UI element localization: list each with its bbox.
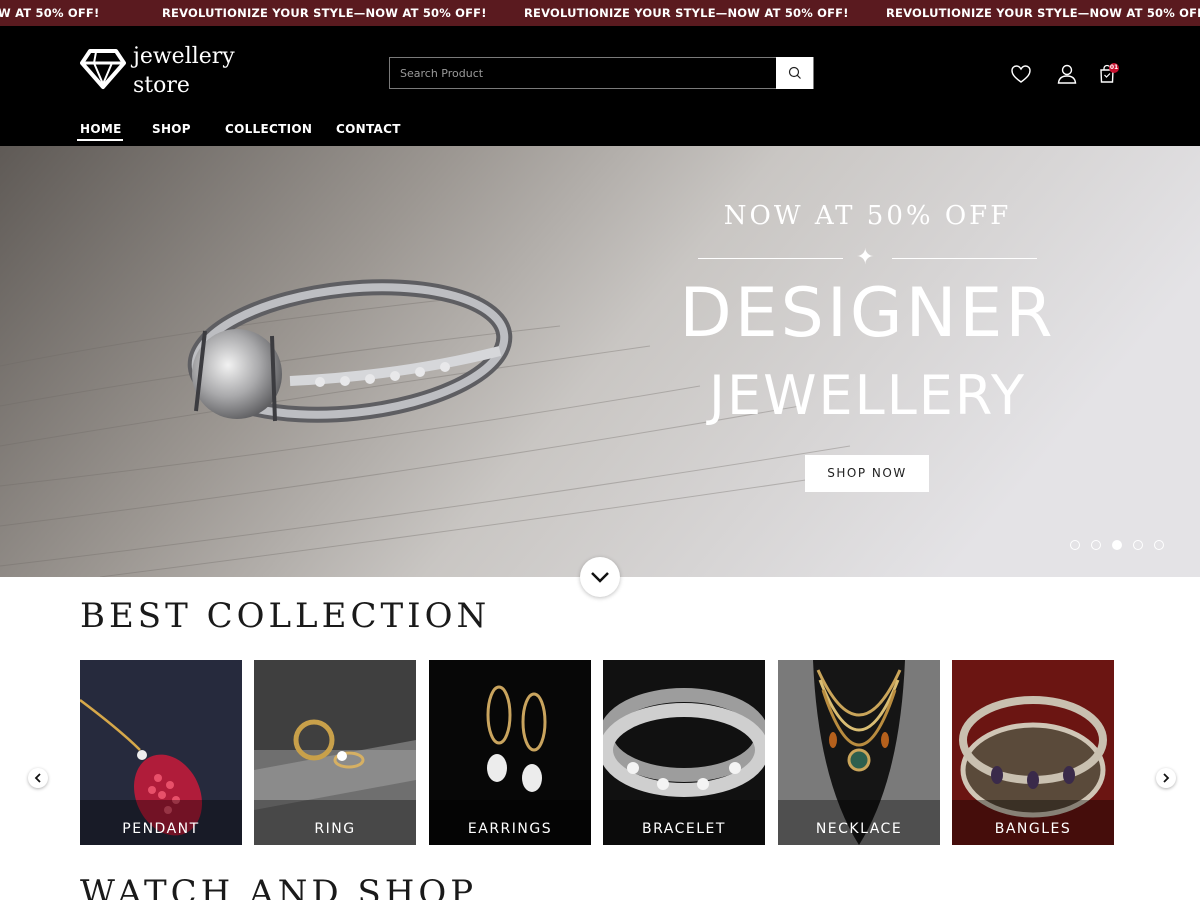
hero-title-line-2: JEWELLERY bbox=[709, 364, 1026, 427]
chevron-down-icon bbox=[591, 572, 609, 583]
hero-divider bbox=[698, 258, 843, 259]
cart-count-badge: 01 bbox=[1109, 63, 1119, 73]
card-label: BANGLES bbox=[994, 821, 1072, 837]
card-label: EARRINGS bbox=[467, 821, 553, 837]
slider-dot[interactable] bbox=[1091, 540, 1101, 550]
wishlist-heart-icon[interactable] bbox=[1010, 63, 1032, 85]
hero-banner: NOW AT 50% OFF ✦ DESIGNER JEWELLERY SHOP… bbox=[0, 146, 1200, 577]
shop-now-button[interactable]: SHOP NOW bbox=[805, 455, 929, 492]
nav-home[interactable]: HOME bbox=[80, 122, 122, 136]
bangles-image bbox=[952, 660, 1114, 845]
card-label: PENDANT bbox=[122, 821, 200, 837]
search-button[interactable] bbox=[776, 57, 813, 89]
hero-title-line-1: DESIGNER bbox=[679, 274, 1056, 353]
card-label: BRACELET bbox=[642, 821, 726, 837]
hero-divider bbox=[892, 258, 1037, 259]
pendant-image bbox=[80, 660, 242, 845]
logo-line-2: store bbox=[133, 73, 190, 98]
card-label: NECKLACE bbox=[815, 821, 903, 837]
watch-and-shop-title: WATCH AND SHOP bbox=[80, 873, 478, 900]
logo-line-1: jewellery bbox=[133, 44, 235, 69]
promo-text: REVOLUTIONIZE YOUR STYLE—NOW AT 50% OFF! bbox=[524, 6, 849, 20]
search-bar bbox=[389, 57, 814, 89]
best-collection-title: BEST COLLECTION bbox=[80, 596, 491, 636]
search-input[interactable] bbox=[390, 58, 777, 88]
active-nav-underline bbox=[77, 139, 123, 141]
promo-text: REVOLUTIONIZE YOUR STYLE—NOW AT 50% OFF! bbox=[886, 6, 1200, 20]
collection-carousel: PENDANT RING EARRINGS BRACELET NECKLACE … bbox=[80, 660, 1115, 845]
nav-collection[interactable]: COLLECTION bbox=[225, 122, 312, 136]
carousel-prev-button[interactable] bbox=[28, 768, 48, 788]
promo-text: REVOLUTIONIZE YOUR STYLE—NOW AT 50% OFF! bbox=[162, 6, 487, 20]
promo-marquee: W AT 50% OFF! REVOLUTIONIZE YOUR STYLE—N… bbox=[0, 0, 1200, 26]
hero-subtitle: NOW AT 50% OFF bbox=[723, 201, 1012, 231]
search-icon bbox=[788, 66, 801, 79]
collection-card-bangles[interactable]: BANGLES bbox=[952, 660, 1114, 845]
nav-contact[interactable]: CONTACT bbox=[336, 122, 401, 136]
slider-dot[interactable] bbox=[1133, 540, 1143, 550]
card-label: RING bbox=[314, 821, 356, 837]
collection-card-ring[interactable]: RING bbox=[254, 660, 416, 845]
promo-text: W AT 50% OFF! bbox=[0, 6, 100, 20]
collection-card-earrings[interactable]: EARRINGS bbox=[429, 660, 591, 845]
bracelet-image bbox=[603, 660, 765, 845]
logo-text: jewellery store bbox=[133, 42, 235, 100]
ring-image bbox=[254, 660, 416, 845]
sparkle-icon: ✦ bbox=[856, 245, 875, 270]
slider-dot-active[interactable] bbox=[1112, 540, 1122, 550]
chevron-left-icon bbox=[34, 773, 41, 783]
user-account-icon[interactable] bbox=[1056, 63, 1078, 85]
slider-dot[interactable] bbox=[1154, 540, 1164, 550]
collection-card-pendant[interactable]: PENDANT bbox=[80, 660, 242, 845]
site-header: jewellery store 01 HOME SHOP COLLECTION … bbox=[0, 26, 1200, 146]
nav-shop[interactable]: SHOP bbox=[152, 122, 191, 136]
earrings-image bbox=[429, 660, 591, 845]
slider-dot[interactable] bbox=[1070, 540, 1080, 550]
chevron-right-icon bbox=[1163, 773, 1170, 783]
diamond-logo-icon bbox=[80, 49, 126, 89]
necklace-image bbox=[778, 660, 940, 845]
collection-card-necklace[interactable]: NECKLACE bbox=[778, 660, 940, 845]
logo[interactable]: jewellery store bbox=[80, 44, 250, 100]
scroll-down-button[interactable] bbox=[580, 557, 620, 597]
collection-card-bracelet[interactable]: BRACELET bbox=[603, 660, 765, 845]
carousel-next-button[interactable] bbox=[1156, 768, 1176, 788]
